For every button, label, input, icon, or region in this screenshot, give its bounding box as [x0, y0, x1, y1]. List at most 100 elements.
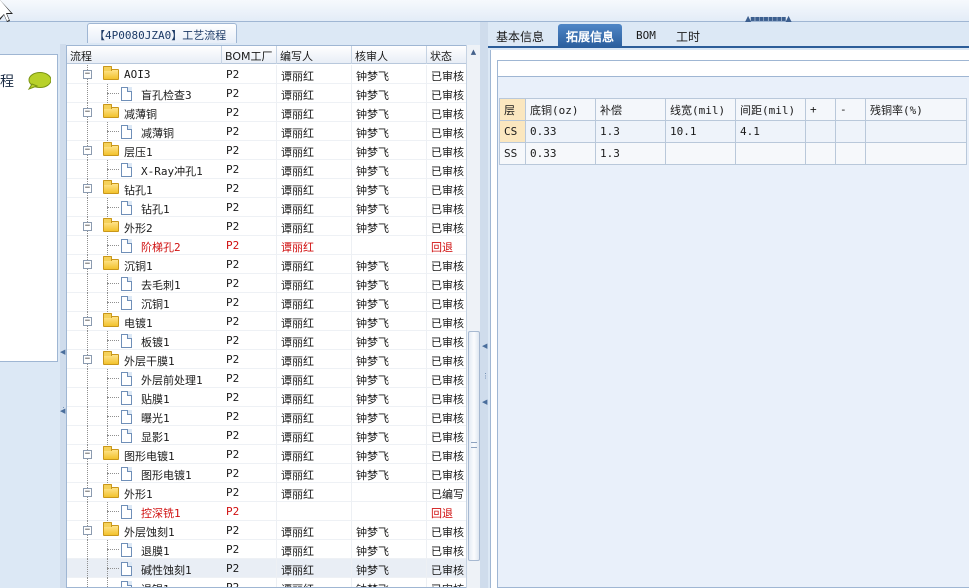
writer-cell[interactable]: 谭丽红	[277, 274, 352, 293]
tab-basic-info[interactable]: 基本信息	[488, 24, 552, 48]
tree-step-row[interactable]: 外层前处理1 P2 谭丽红 钟梦飞 已审核	[67, 369, 467, 388]
checker-cell[interactable]	[352, 236, 427, 255]
status-cell[interactable]: 已审核	[427, 407, 467, 426]
tree-step-row[interactable]: 退膜1 P2 谭丽红 钟梦飞 已审核	[67, 540, 467, 559]
grid-vertical-scrollbar[interactable]: ▲	[466, 45, 480, 588]
checker-cell[interactable]: 钟梦飞	[352, 84, 427, 103]
process-name-cell[interactable]: − 图形电镀1	[67, 445, 222, 464]
writer-cell[interactable]: 谭丽红	[277, 103, 352, 122]
checker-cell[interactable]	[352, 502, 427, 521]
bom-factory-cell[interactable]: P2	[222, 122, 277, 141]
process-name-cell[interactable]: 曝光1	[67, 407, 222, 426]
col-header-residual-copper[interactable]: 残铜率(%)	[865, 98, 967, 121]
bom-factory-cell[interactable]: P2	[222, 521, 277, 540]
collapse-node-icon[interactable]: −	[83, 146, 92, 155]
status-cell[interactable]: 已审核	[427, 350, 467, 369]
scroll-up-arrow-icon[interactable]: ▲	[467, 45, 480, 59]
status-cell[interactable]: 已审核	[427, 84, 467, 103]
process-name-cell[interactable]: − 沉铜1	[67, 255, 222, 274]
col-header-line-width[interactable]: 线宽(mil)	[665, 98, 736, 121]
process-name-cell[interactable]: − 外层干膜1	[67, 350, 222, 369]
bom-factory-cell[interactable]: P2	[222, 141, 277, 160]
status-cell[interactable]: 已审核	[427, 312, 467, 331]
process-name-cell[interactable]: 退锡1	[67, 578, 222, 587]
process-name-cell[interactable]: 外层前处理1	[67, 369, 222, 388]
minus-cell[interactable]	[835, 120, 866, 143]
writer-cell[interactable]: 谭丽红	[277, 198, 352, 217]
bom-factory-cell[interactable]: P2	[222, 578, 277, 587]
tree-step-row[interactable]: 贴膜1 P2 谭丽红 钟梦飞 已审核	[67, 388, 467, 407]
process-name-cell[interactable]: 显影1	[67, 426, 222, 445]
col-header-plus[interactable]: +	[805, 98, 836, 121]
process-name-cell[interactable]: − AOI3	[67, 65, 222, 84]
compensation-cell[interactable]: 1.3	[595, 142, 666, 165]
checker-cell[interactable]: 钟梦飞	[352, 426, 427, 445]
expand-left-arrow-icon[interactable]: ◀	[60, 407, 65, 415]
tree-group-row[interactable]: − 外层干膜1 P2 谭丽红 钟梦飞 已审核	[67, 350, 467, 369]
residual-copper-cell[interactable]	[865, 120, 967, 143]
col-header-compensation[interactable]: 补偿	[595, 98, 666, 121]
status-cell[interactable]: 已审核	[427, 540, 467, 559]
tree-step-row[interactable]: 控深铣1 P2 回退	[67, 502, 467, 521]
writer-cell[interactable]: 谭丽红	[277, 179, 352, 198]
tree-group-row[interactable]: − 外形1 P2 谭丽红 已编写	[67, 483, 467, 502]
bom-factory-cell[interactable]: P2	[222, 483, 277, 502]
layer-cell[interactable]: CS	[499, 120, 526, 143]
collapse-node-icon[interactable]: −	[83, 260, 92, 269]
tree-group-row[interactable]: − 减薄铜 P2 谭丽红 钟梦飞 已审核	[67, 103, 467, 122]
tree-step-row[interactable]: 曝光1 P2 谭丽红 钟梦飞 已审核	[67, 407, 467, 426]
bom-factory-cell[interactable]: P2	[222, 559, 277, 578]
writer-cell[interactable]: 谭丽红	[277, 160, 352, 179]
tab-work-hours[interactable]: 工时	[668, 24, 708, 48]
header-checker[interactable]: 核审人	[352, 46, 427, 64]
chat-bubble-icon[interactable]	[27, 72, 51, 90]
status-cell[interactable]: 已审核	[427, 293, 467, 312]
tree-step-row[interactable]: 减薄铜 P2 谭丽红 钟梦飞 已审核	[67, 122, 467, 141]
collapse-node-icon[interactable]: −	[83, 222, 92, 231]
status-cell[interactable]: 已审核	[427, 521, 467, 540]
writer-cell[interactable]: 谭丽红	[277, 236, 352, 255]
tree-group-row[interactable]: − AOI3 P2 谭丽红 钟梦飞 已审核	[67, 65, 467, 84]
checker-cell[interactable]: 钟梦飞	[352, 540, 427, 559]
checker-cell[interactable]: 钟梦飞	[352, 312, 427, 331]
status-cell[interactable]: 已审核	[427, 122, 467, 141]
line-width-cell[interactable]: 10.1	[665, 120, 736, 143]
status-cell[interactable]: 已审核	[427, 198, 467, 217]
collapse-node-icon[interactable]: −	[83, 70, 92, 79]
status-cell[interactable]: 已审核	[427, 388, 467, 407]
writer-cell[interactable]: 谭丽红	[277, 122, 352, 141]
checker-cell[interactable]: 钟梦飞	[352, 103, 427, 122]
writer-cell[interactable]	[277, 502, 352, 521]
process-name-cell[interactable]: 去毛刺1	[67, 274, 222, 293]
col-header-minus[interactable]: -	[835, 98, 866, 121]
writer-cell[interactable]: 谭丽红	[277, 293, 352, 312]
checker-cell[interactable]: 钟梦飞	[352, 122, 427, 141]
process-name-cell[interactable]: 贴膜1	[67, 388, 222, 407]
spacing-cell[interactable]: 4.1	[735, 120, 806, 143]
writer-cell[interactable]: 谭丽红	[277, 65, 352, 84]
checker-cell[interactable]: 钟梦飞	[352, 293, 427, 312]
writer-cell[interactable]: 谭丽红	[277, 369, 352, 388]
status-cell[interactable]: 已审核	[427, 65, 467, 84]
process-name-cell[interactable]: − 钻孔1	[67, 179, 222, 198]
status-cell[interactable]: 回退	[427, 502, 467, 521]
process-name-cell[interactable]: 退膜1	[67, 540, 222, 559]
bom-factory-cell[interactable]: P2	[222, 179, 277, 198]
checker-cell[interactable]	[352, 483, 427, 502]
bom-factory-cell[interactable]: P2	[222, 198, 277, 217]
tree-group-row[interactable]: − 钻孔1 P2 谭丽红 钟梦飞 已审核	[67, 179, 467, 198]
bom-factory-cell[interactable]: P2	[222, 445, 277, 464]
writer-cell[interactable]: 谭丽红	[277, 141, 352, 160]
checker-cell[interactable]: 钟梦飞	[352, 445, 427, 464]
writer-cell[interactable]: 谭丽红	[277, 331, 352, 350]
bom-factory-cell[interactable]: P2	[222, 464, 277, 483]
status-cell[interactable]: 已审核	[427, 331, 467, 350]
writer-cell[interactable]: 谭丽红	[277, 84, 352, 103]
checker-cell[interactable]: 钟梦飞	[352, 407, 427, 426]
checker-cell[interactable]: 钟梦飞	[352, 160, 427, 179]
status-cell[interactable]: 已审核	[427, 274, 467, 293]
scroll-thumb[interactable]	[468, 331, 480, 561]
status-cell[interactable]: 回退	[427, 236, 467, 255]
status-cell[interactable]: 已审核	[427, 141, 467, 160]
process-name-cell[interactable]: 沉铜1	[67, 293, 222, 312]
